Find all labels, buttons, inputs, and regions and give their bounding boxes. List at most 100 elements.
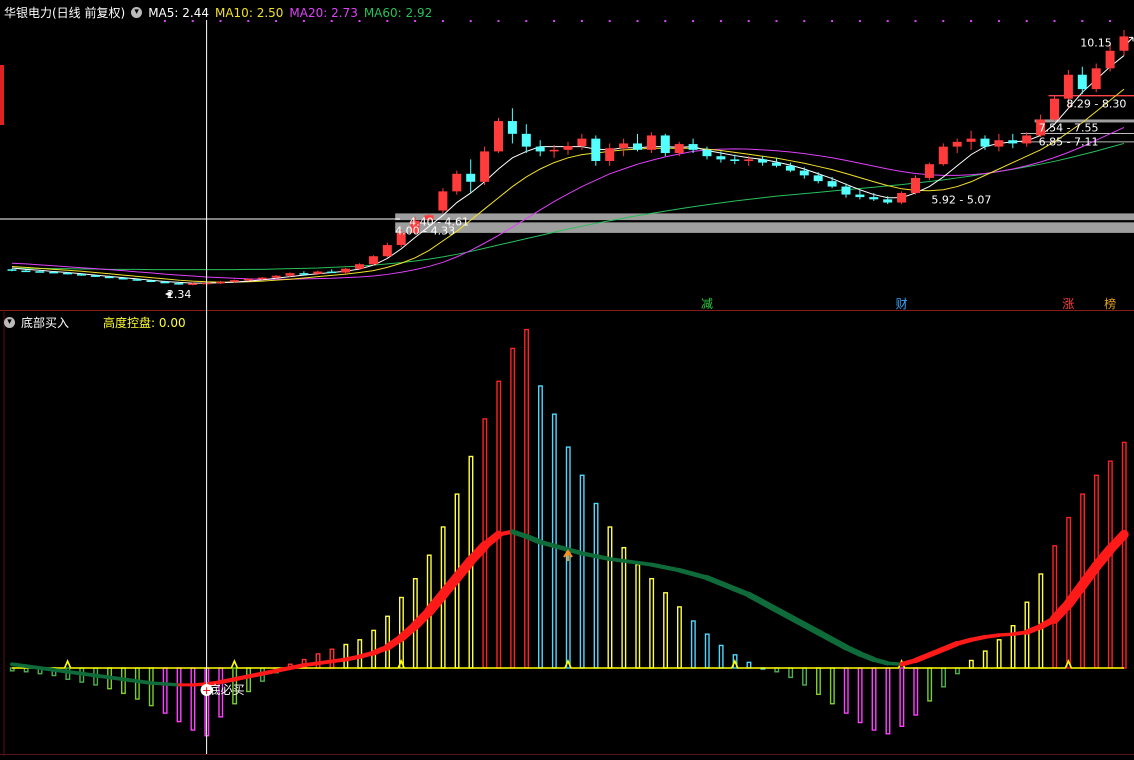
ribbon-segment [997,632,1015,637]
chart-canvas[interactable]: 10.15 8.29 - 8.30 7.54 - 7.55 6.85 - 7.11 5.… [0,0,1134,756]
indicator-bar [134,667,140,700]
candle[interactable] [438,188,448,214]
indicator-bar [1107,460,1113,669]
candle[interactable] [813,172,823,184]
candle[interactable] [355,263,364,270]
candle-body [535,146,545,152]
candle[interactable] [994,133,1004,152]
candle[interactable] [563,141,573,155]
indicator-bar [982,650,988,669]
ribbon-segment [635,560,654,567]
candle[interactable] [382,242,392,258]
candle[interactable] [897,191,907,205]
candle[interactable] [1091,63,1101,93]
candle[interactable] [1008,133,1018,149]
candle-body [327,271,337,274]
candle[interactable] [646,132,656,154]
candle[interactable] [591,135,601,166]
candle[interactable] [494,117,503,154]
candle[interactable] [452,170,462,195]
candle-body [368,256,378,265]
candle-body [772,162,781,166]
event-tag[interactable]: 减 [701,297,713,311]
buy-marker-label: 底必买 [209,682,245,697]
candle[interactable] [799,167,809,179]
indicator-bar [718,644,724,669]
indicator-bar [551,413,557,669]
indicator-bar [176,667,182,723]
candle[interactable] [869,192,879,201]
candle[interactable] [911,175,920,195]
candle[interactable] [633,133,642,152]
ribbon-segment [93,673,112,680]
indicator-bar [829,667,835,705]
ribbon-segment [621,558,640,565]
candle-body [855,194,865,198]
indicator-bar [162,667,168,714]
chevron-down-icon[interactable]: ▾ [131,7,143,18]
candle[interactable] [772,157,781,168]
candle[interactable] [827,176,837,189]
event-dot [497,20,500,22]
candle[interactable] [1119,29,1129,56]
ribbon-segment [649,562,668,570]
candle-body [633,143,642,150]
candle[interactable] [952,138,962,154]
candle-body [285,273,295,276]
candle[interactable] [966,130,976,150]
indicator-bar [968,659,974,669]
price-zones [395,94,1134,233]
candle[interactable] [924,162,934,181]
label-400-433: 4.00 - 4.33 [395,224,455,237]
indicator-bar [871,667,877,731]
candle-body [90,275,100,277]
candle[interactable] [368,255,378,266]
crosshair [0,20,400,754]
candle-body [132,279,142,281]
indicator-bar [524,328,529,669]
candle-body [549,149,559,152]
candle[interactable] [938,143,948,166]
candle[interactable] [1022,132,1032,147]
ma60-line [11,142,1125,271]
candle-body [243,278,253,281]
indicator-bar [1038,573,1044,669]
event-tag[interactable]: 榜 [1104,296,1116,311]
candle[interactable] [507,108,517,144]
candle[interactable] [758,156,768,166]
candle-body [897,192,907,203]
candle[interactable] [535,140,545,157]
candle[interactable] [299,271,309,276]
candle[interactable] [7,268,17,272]
candle[interactable] [327,269,337,274]
candle-body [827,181,837,187]
event-tag[interactable]: 财 [896,297,908,311]
ribbon-segment [593,554,612,562]
candle[interactable] [341,268,351,274]
candle[interactable] [619,138,629,157]
candle[interactable] [605,143,615,166]
candle[interactable] [480,146,490,185]
candle-body [452,173,462,192]
candle-body [966,138,976,142]
chart-stage[interactable]: 10.15 8.29 - 8.30 7.54 - 7.55 6.85 - 7.11 5.… [0,0,1134,756]
chevron-down-icon[interactable]: ▾ [4,317,15,328]
event-tag[interactable]: 涨 [1062,296,1074,311]
candle[interactable] [674,141,684,157]
indicator-bar [746,661,752,669]
candle[interactable] [216,280,225,285]
candle[interactable] [466,159,476,193]
candle[interactable] [980,135,990,150]
candle-body [118,277,128,280]
indicator-header: ▾ 底部买入 高度控盘: 0.00 [4,314,186,331]
event-dot [997,20,1000,22]
candle[interactable] [521,124,531,154]
indicator-name[interactable]: 底部买入 [21,314,69,331]
candle-body [507,121,517,134]
candle[interactable] [1050,95,1059,122]
scroll-marker[interactable] [0,65,4,125]
indicator-bar [357,639,363,669]
indicator-bar [148,667,154,707]
stock-title[interactable]: 华银电力(日线 前复权) [4,4,125,21]
candle[interactable] [660,133,670,157]
